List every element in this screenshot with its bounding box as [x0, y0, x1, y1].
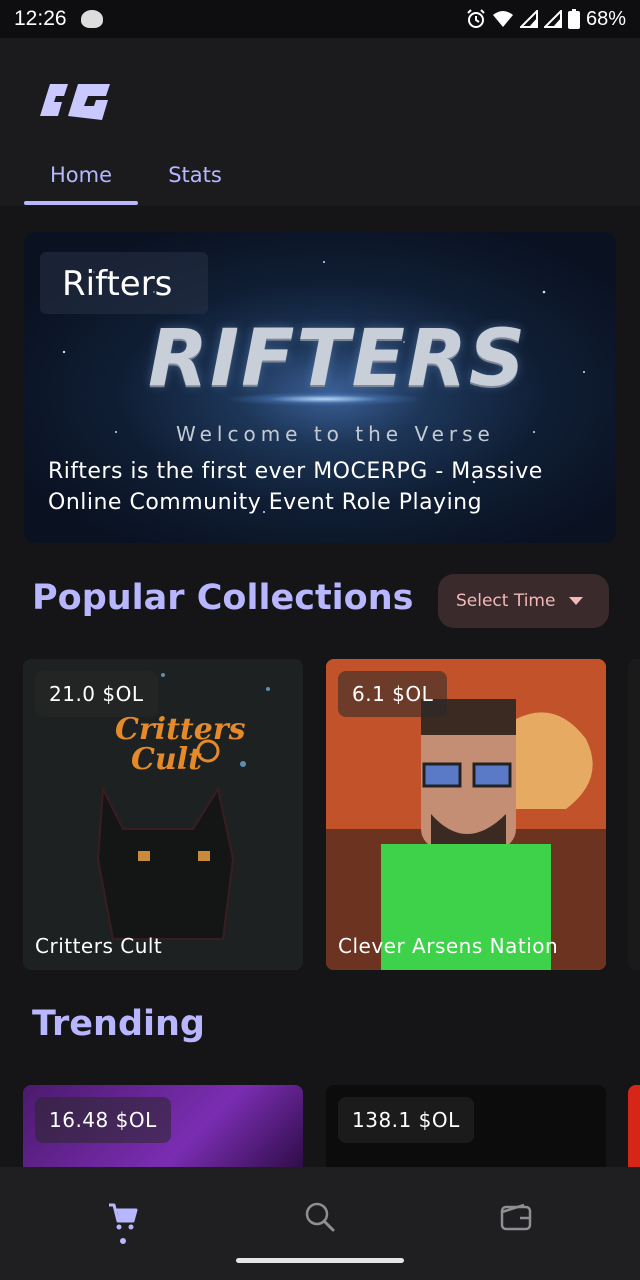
- nav-active-indicator: [120, 1238, 126, 1244]
- status-time: 12:26: [14, 7, 67, 30]
- collection-card-clever-arsens-nation[interactable]: 6.1 $OL Clever Arsens Nation: [326, 659, 606, 970]
- collection-name: Critters Cult: [35, 934, 163, 958]
- bottom-navigation: [0, 1167, 640, 1280]
- notification-app-icon: [80, 10, 103, 28]
- select-time-label: Select Time: [456, 591, 556, 611]
- trending-card[interactable]: 16.48 $OL: [23, 1085, 303, 1175]
- caret-down-icon: [569, 597, 584, 605]
- tab-bar: Home Stats: [24, 146, 252, 205]
- collection-card-peek[interactable]: [628, 659, 640, 970]
- wallet-icon: [500, 1203, 532, 1231]
- tab-home[interactable]: Home: [24, 146, 138, 205]
- hero-title: Rifters: [62, 264, 173, 304]
- trending-title: Trending: [32, 1004, 205, 1044]
- collection-name: Clever Arsens Nation: [338, 934, 559, 958]
- collection-price: 6.1 $OL: [338, 671, 448, 717]
- trending-price: 16.48 $OL: [35, 1097, 171, 1143]
- trending-price: 138.1 $OL: [338, 1097, 474, 1143]
- hero-logo-text: RIFTERS: [148, 314, 528, 404]
- battery-percent: 68%: [585, 7, 626, 30]
- home-indicator[interactable]: [236, 1258, 404, 1263]
- app-header: Home Stats: [0, 38, 640, 206]
- trending-card[interactable]: 138.1 $OL: [326, 1085, 606, 1175]
- hero-banner[interactable]: Rifters RIFTERS Welcome to the Verse Rif…: [24, 232, 616, 543]
- tab-stats[interactable]: Stats: [138, 146, 252, 204]
- status-icons: 68%: [466, 8, 626, 31]
- cart-icon: [109, 1203, 138, 1230]
- svg-text:Cult: Cult: [131, 742, 202, 777]
- alarm-icon: [467, 9, 485, 28]
- app-logo[interactable]: [34, 74, 114, 122]
- status-bar: 12:26 68%: [0, 0, 640, 38]
- hero-tagline: Welcome to the Verse: [176, 422, 495, 446]
- nav-search[interactable]: [290, 1187, 350, 1247]
- battery-icon: [567, 9, 580, 29]
- hero-flare: [224, 392, 424, 406]
- collection-card-critters-cult[interactable]: Critters Cult 21.0 $OL Critters Cult: [23, 659, 303, 970]
- popular-collections-title: Popular Collections: [32, 578, 414, 618]
- trending-card-peek[interactable]: [628, 1085, 640, 1175]
- signal-icon: [543, 10, 562, 28]
- wifi-icon: [492, 11, 513, 27]
- nav-wallet[interactable]: [486, 1187, 546, 1247]
- select-time-dropdown[interactable]: Select Time: [438, 574, 609, 628]
- search-icon: [305, 1202, 335, 1232]
- hero-description: Rifters is the first ever MOCERPG - Mass…: [48, 459, 543, 515]
- collection-price: 21.0 $OL: [35, 671, 158, 717]
- signal-icon: [519, 10, 538, 28]
